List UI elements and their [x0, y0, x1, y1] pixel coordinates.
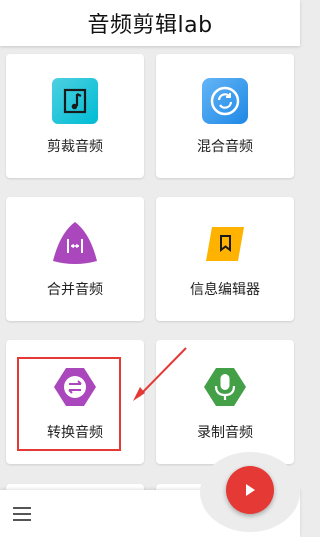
mix-audio-card[interactable]: 混合音频 [156, 54, 294, 178]
mix-audio-label: 混合音频 [197, 139, 253, 155]
convert-audio-card[interactable]: 转换音频 [6, 340, 144, 464]
tag-edit-icon [200, 219, 250, 269]
convert-audio-label: 转换音频 [47, 425, 103, 441]
merge-audio-card[interactable]: 合并音频 [6, 197, 144, 321]
convert-arrows-icon [50, 362, 100, 412]
hamburger-menu-icon[interactable] [10, 503, 34, 525]
microphone-icon [200, 362, 250, 412]
trim-audio-card[interactable]: 剪裁音频 [6, 54, 144, 178]
app-bar: 音频剪辑lab [0, 0, 300, 46]
play-fab-button[interactable] [226, 466, 274, 514]
trim-audio-label: 剪裁音频 [47, 139, 103, 155]
record-audio-card[interactable]: 录制音频 [156, 340, 294, 464]
merge-audio-label: 合并音频 [47, 282, 103, 298]
app-title: 音频剪辑lab [87, 13, 213, 38]
merge-icon [50, 219, 100, 269]
info-editor-label: 信息编辑器 [190, 282, 260, 298]
mix-circle-icon [200, 76, 250, 126]
record-audio-label: 录制音频 [197, 425, 253, 441]
play-icon [246, 484, 255, 496]
info-editor-card[interactable]: 信息编辑器 [156, 197, 294, 321]
music-note-icon [50, 76, 100, 126]
